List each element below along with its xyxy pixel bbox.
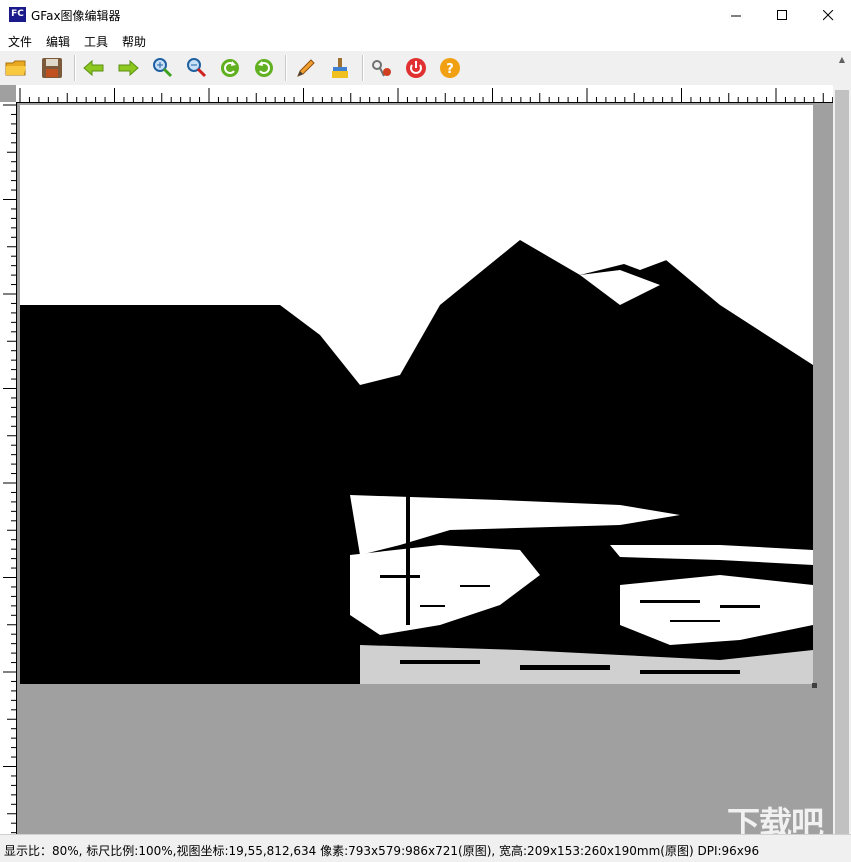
status-text: 显示比：80%, 标尺比例:100%,视图坐标:19,55,812,634 像素… (4, 844, 760, 858)
menu-bar: 文件 编辑 工具 帮助 (0, 30, 851, 51)
open-button[interactable] (4, 56, 28, 80)
toolbar-separator (74, 55, 76, 81)
next-button[interactable] (116, 56, 140, 80)
app-icon: FC (9, 7, 26, 22)
pencil-button[interactable] (294, 56, 318, 80)
minimize-button[interactable] (713, 0, 759, 30)
rotate-right-icon (255, 59, 273, 77)
status-bar: 显示比：80%, 标尺比例:100%,视图坐标:19,55,812,634 像素… (0, 834, 851, 862)
tools-button[interactable] (370, 56, 394, 80)
horizontal-ruler-ticks (19, 88, 834, 102)
power-icon (406, 58, 426, 78)
zoom-in-button[interactable] (150, 56, 174, 80)
close-button[interactable] (805, 0, 851, 30)
scrollbar-thumb[interactable] (835, 90, 849, 834)
scroll-up-arrow[interactable]: ▲ (833, 51, 851, 68)
toolbar: ? (0, 51, 851, 85)
settings-tools-icon (372, 60, 391, 77)
rotate-right-button[interactable] (252, 56, 276, 80)
help-button[interactable]: ? (438, 56, 462, 80)
exit-button[interactable] (404, 56, 428, 80)
zoom-out-button[interactable] (184, 56, 208, 80)
toolbar-separator (362, 55, 364, 81)
eraser-brush-icon (332, 58, 348, 78)
menu-tools[interactable]: 工具 (84, 33, 108, 50)
maximize-icon (776, 9, 787, 20)
landscape-image (20, 105, 813, 684)
previous-button[interactable] (82, 56, 106, 80)
close-icon (822, 9, 833, 20)
maximize-button[interactable] (759, 0, 805, 30)
help-icon: ? (440, 58, 460, 78)
window-title: GFax图像编辑器 (31, 9, 121, 23)
minimize-icon (730, 15, 741, 16)
zoom-in-icon (153, 58, 173, 78)
rotate-left-button[interactable] (218, 56, 242, 80)
vertical-ruler (0, 102, 17, 834)
resize-handle[interactable] (812, 683, 817, 688)
rotate-left-icon (221, 59, 239, 77)
save-icon (42, 58, 62, 78)
toolbar-separator (285, 55, 287, 81)
arrow-right-icon (118, 59, 139, 77)
pencil-icon (297, 59, 315, 77)
fax-image[interactable] (20, 105, 813, 684)
menu-help[interactable]: 帮助 (122, 33, 146, 50)
save-button[interactable] (40, 56, 64, 80)
svg-text:?: ? (446, 62, 454, 77)
menu-edit[interactable]: 编辑 (46, 33, 70, 50)
open-folder-icon (5, 60, 26, 76)
zoom-out-icon (187, 58, 207, 78)
title-bar: FC GFax图像编辑器 (0, 0, 851, 30)
menu-file[interactable]: 文件 (8, 33, 32, 50)
horizontal-ruler (16, 85, 834, 103)
clear-button[interactable] (328, 56, 352, 80)
vertical-ruler-ticks (3, 104, 16, 834)
ruler-corner (0, 85, 16, 102)
arrow-left-icon (83, 59, 104, 77)
